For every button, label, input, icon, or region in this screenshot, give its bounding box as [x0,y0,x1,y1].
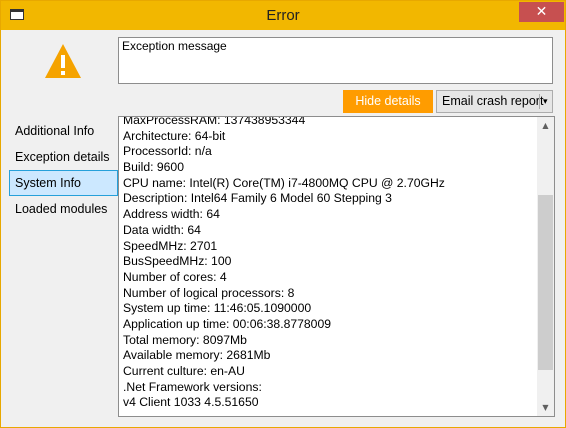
system-info-list: MaxProcessRAM: 137438953344 Architecture:… [123,116,533,411]
dropdown-arrow-icon[interactable]: ▾ [543,91,548,112]
title-bar[interactable]: Error ✕ [1,1,565,30]
system-info-line: BusSpeedMHz: 100 [123,254,232,269]
system-info-line: SpeedMHz: 2701 [123,238,218,253]
sidebar-item-exception-details[interactable]: Exception details [9,144,118,170]
system-info-line: Data width: 64 [123,222,201,237]
sidebar-item-loaded-modules[interactable]: Loaded modules [9,196,118,222]
system-info-line: Description: Intel64 Family 6 Model 60 S… [123,191,392,206]
email-crash-report-button[interactable]: Email crash report ▾ [436,90,553,113]
sidebar-nav: Additional Info Exception details System… [9,118,119,222]
system-info-line: Number of logical processors: 8 [123,285,295,300]
warning-icon [45,44,81,78]
system-info-line: Application up time: 00:06:38.8778009 [123,316,332,331]
scroll-up-icon[interactable]: ▲ [537,117,554,134]
system-info-line: MaxProcessRAM: 137438953344 [123,116,306,127]
system-info-line: Address width: 64 [123,207,220,222]
sidebar-item-system-info[interactable]: System Info [9,170,118,196]
system-info-line: .Net Framework versions: [123,379,262,394]
system-info-line: Architecture: 64-bit [123,128,226,143]
hide-details-button[interactable]: Hide details [343,90,433,113]
scrollbar-thumb[interactable] [538,195,553,370]
system-info-line: v4 Client 1033 4.5.51650 [123,395,259,410]
dropdown-separator [539,94,540,109]
error-dialog: Error ✕ Exception message Hide details E… [0,0,566,428]
scroll-down-icon[interactable]: ▼ [537,399,554,416]
exception-message-box[interactable]: Exception message [118,37,553,84]
system-info-line: Total memory: 8097Mb [123,332,247,347]
system-info-line: CPU name: Intel(R) Core(TM) i7-4800MQ CP… [123,175,445,190]
window-title: Error [266,7,300,24]
system-info-line: Build: 9600 [123,160,184,175]
close-button[interactable]: ✕ [519,2,564,22]
system-info-line: ProcessorId: n/a [123,144,212,159]
sidebar-item-additional-info[interactable]: Additional Info [9,118,118,144]
system-info-panel[interactable]: MaxProcessRAM: 137438953344 Architecture:… [118,116,555,417]
vertical-scrollbar[interactable]: ▲ ▼ [537,117,554,416]
system-info-line: System up time: 11:46:05.1090000 [123,301,312,316]
system-info-line: Available memory: 2681Mb [123,348,271,363]
system-info-line: Number of cores: 4 [123,269,227,284]
email-crash-report-label: Email crash report [442,94,544,108]
system-info-line: Current culture: en-AU [123,364,245,378]
